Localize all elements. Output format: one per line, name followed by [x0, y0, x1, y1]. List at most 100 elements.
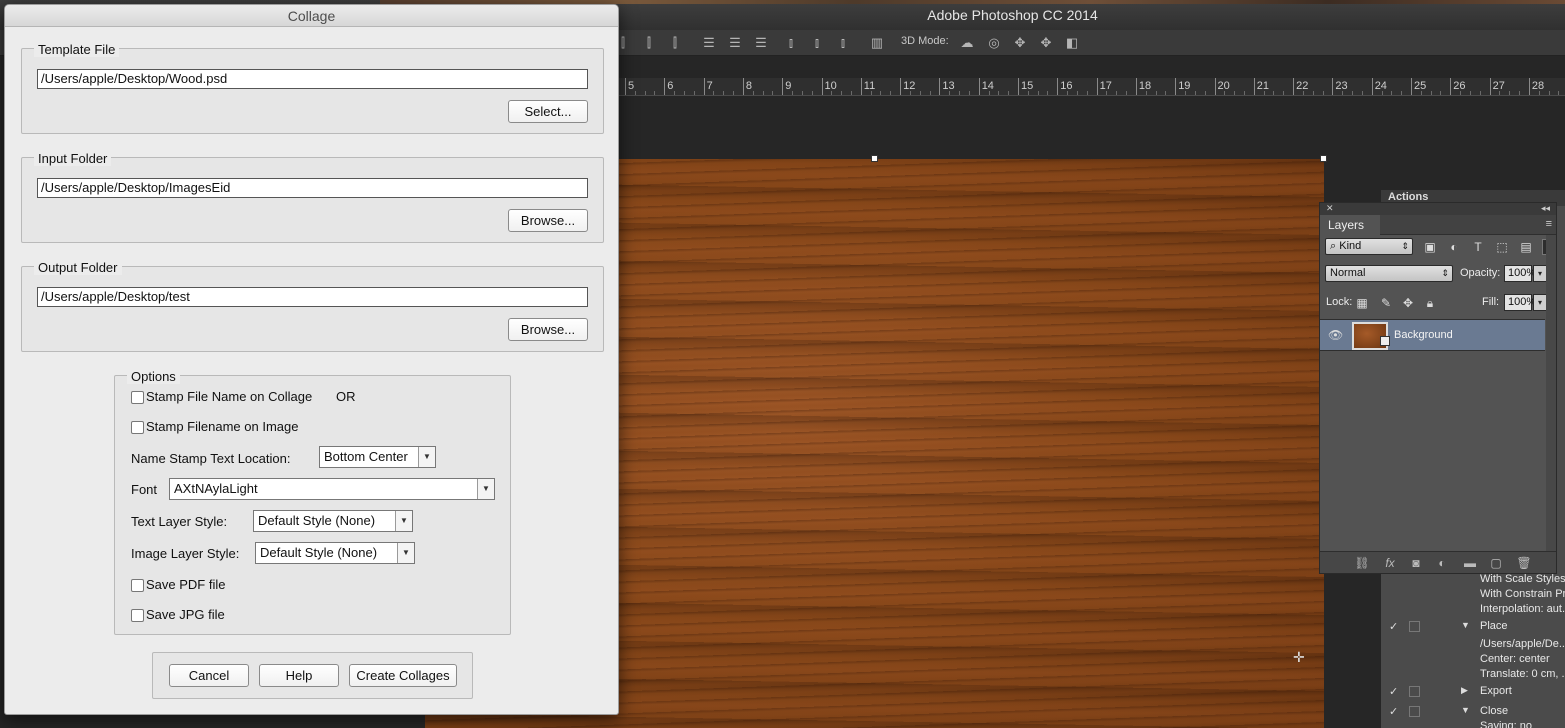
ruler-minor-tick: [1008, 91, 1010, 95]
tab-layers[interactable]: Layers: [1320, 215, 1380, 235]
layer-name: Background: [1394, 329, 1453, 341]
filter-type-icon[interactable]: T: [1470, 239, 1486, 255]
dialog-toggle-box[interactable]: [1409, 621, 1420, 632]
cancel-button[interactable]: Cancel: [169, 664, 249, 687]
align-center-icon[interactable]: ⫿: [640, 34, 658, 52]
new-group-icon[interactable]: ▬: [1462, 555, 1478, 571]
actions-list-item[interactable]: Saving: no: [1381, 718, 1565, 728]
text-layer-style-select[interactable]: Default Style (None) ▼: [253, 510, 413, 532]
distribute-top-icon[interactable]: ☰: [700, 34, 718, 52]
actions-item-label: Saving: no: [1480, 720, 1532, 728]
lock-brush-icon[interactable]: ✎: [1378, 295, 1394, 311]
expand-triangle-icon[interactable]: ▶: [1461, 685, 1468, 696]
actions-list-item[interactable]: ✓ ▶ Export: [1381, 683, 1565, 701]
actions-list-item[interactable]: ✓ ▼ Place: [1381, 618, 1565, 636]
3d-orbit-icon[interactable]: ☁: [958, 34, 976, 52]
3d-camera-icon[interactable]: ◧: [1063, 34, 1081, 52]
dialog-toggle-box[interactable]: [1409, 706, 1420, 717]
expand-triangle-icon[interactable]: ▼: [1461, 620, 1470, 630]
browse-input-button[interactable]: Browse...: [508, 209, 588, 232]
distribute-bottom-icon[interactable]: ☰: [752, 34, 770, 52]
actions-list-item[interactable]: Translate: 0 cm, ...: [1381, 666, 1565, 684]
new-layer-icon[interactable]: ▢: [1488, 555, 1504, 571]
filter-shape-icon[interactable]: ⬚: [1494, 239, 1510, 255]
output-folder-input[interactable]: /Users/apple/Desktop/test: [37, 287, 588, 307]
save-jpg-checkbox[interactable]: [131, 609, 144, 622]
ruler-minor-tick: [1420, 91, 1422, 95]
adjustment-layer-icon[interactable]: ◐: [1434, 555, 1450, 571]
ruler-minor-tick: [890, 91, 892, 95]
ruler-minor-tick: [1430, 91, 1432, 95]
transform-handle-top-right[interactable]: [1320, 155, 1327, 162]
ruler-minor-tick: [1558, 91, 1560, 95]
help-button[interactable]: Help: [259, 664, 339, 687]
input-folder-input[interactable]: /Users/apple/Desktop/ImagesEid: [37, 178, 588, 198]
lock-move-icon[interactable]: ✥: [1400, 295, 1416, 311]
distribute-left-icon[interactable]: ⫾: [782, 34, 800, 52]
ruler-minor-tick: [909, 91, 911, 95]
3d-roll-icon[interactable]: ◎: [985, 34, 1003, 52]
lock-all-icon[interactable]: 🔒︎: [1422, 295, 1438, 311]
checkmark-icon[interactable]: ✓: [1389, 685, 1398, 698]
ruler-minor-tick: [929, 91, 931, 95]
filter-smart-object-icon[interactable]: ▤: [1518, 239, 1534, 255]
collapse-icon[interactable]: ◂◂: [1541, 203, 1550, 214]
opacity-dropdown-icon[interactable]: ▾: [1533, 265, 1547, 282]
ruler-tick: [860, 78, 862, 95]
location-select[interactable]: Bottom Center ▼: [319, 446, 436, 468]
browse-output-button[interactable]: Browse...: [508, 318, 588, 341]
stamp-image-checkbox[interactable]: [131, 421, 144, 434]
create-collages-button[interactable]: Create Collages: [349, 664, 457, 687]
actions-list-item[interactable]: Interpolation: aut...: [1381, 601, 1565, 619]
checkmark-icon[interactable]: ✓: [1389, 705, 1398, 718]
blend-mode-value: Normal: [1330, 267, 1366, 279]
ruler-minor-tick: [1519, 91, 1521, 95]
ruler-tick-label: 11: [863, 80, 876, 92]
filter-pixel-icon[interactable]: ▣: [1422, 239, 1438, 255]
distribute-middle-icon[interactable]: ☰: [726, 34, 744, 52]
ruler-tick: [1135, 78, 1137, 95]
blend-mode-select[interactable]: Normal: [1325, 265, 1453, 282]
align-right-icon[interactable]: ⫿: [666, 34, 684, 52]
ruler-minor-tick: [733, 91, 735, 95]
text-layer-style-label: Text Layer Style:: [131, 514, 228, 529]
filter-kind-value: Kind: [1339, 240, 1362, 252]
auto-align-icon[interactable]: ▥: [868, 34, 886, 52]
select-template-button[interactable]: Select...: [508, 100, 588, 123]
stamp-collage-checkbox[interactable]: [131, 391, 144, 404]
save-pdf-checkbox[interactable]: [131, 579, 144, 592]
3d-pan-icon[interactable]: ✥: [1011, 34, 1029, 52]
fx-icon[interactable]: fx: [1382, 555, 1398, 571]
add-mask-icon[interactable]: ◙: [1408, 555, 1424, 571]
panel-menu-icon[interactable]: ≡: [1546, 218, 1552, 230]
close-icon[interactable]: ✕: [1326, 203, 1334, 214]
opacity-input[interactable]: 100%: [1504, 265, 1536, 282]
distribute-right-icon[interactable]: ⫾: [834, 34, 852, 52]
chevron-down-icon: ▼: [397, 543, 414, 563]
expand-triangle-icon[interactable]: ▼: [1461, 705, 1470, 715]
distribute-hcenter-icon[interactable]: ⫾: [808, 34, 826, 52]
fill-dropdown-icon[interactable]: ▾: [1533, 294, 1547, 311]
layer-row-background[interactable]: 👁︎ Background: [1320, 319, 1545, 351]
fill-input[interactable]: 100%: [1504, 294, 1536, 311]
image-layer-style-select[interactable]: Default Style (None) ▼: [255, 542, 415, 564]
filter-adjustment-icon[interactable]: ◐: [1446, 239, 1462, 255]
filter-kind-select[interactable]: ⌕ Kind: [1325, 238, 1413, 255]
transform-handle-top[interactable]: [871, 155, 878, 162]
3d-slide-icon[interactable]: ✥: [1037, 34, 1055, 52]
font-select[interactable]: AXtNAylaLight ▼: [169, 478, 495, 500]
ruler-tick: [1528, 78, 1530, 95]
ruler-tick: [900, 78, 902, 95]
template-path-input[interactable]: /Users/apple/Desktop/Wood.psd: [37, 69, 588, 89]
layers-scrollbar[interactable]: [1546, 235, 1556, 553]
ruler-minor-tick: [1047, 91, 1049, 95]
lock-transparent-icon[interactable]: ▦: [1354, 295, 1370, 311]
link-layers-icon[interactable]: ⛓: [1354, 555, 1370, 571]
ruler-minor-tick: [1243, 91, 1245, 95]
delete-layer-icon[interactable]: 🗑︎: [1516, 555, 1532, 571]
checkmark-icon[interactable]: ✓: [1389, 620, 1398, 633]
visibility-eye-icon[interactable]: 👁︎: [1328, 328, 1343, 342]
ruler-minor-tick: [1155, 91, 1157, 95]
ruler-tick: [1450, 78, 1452, 95]
dialog-toggle-box[interactable]: [1409, 686, 1420, 697]
